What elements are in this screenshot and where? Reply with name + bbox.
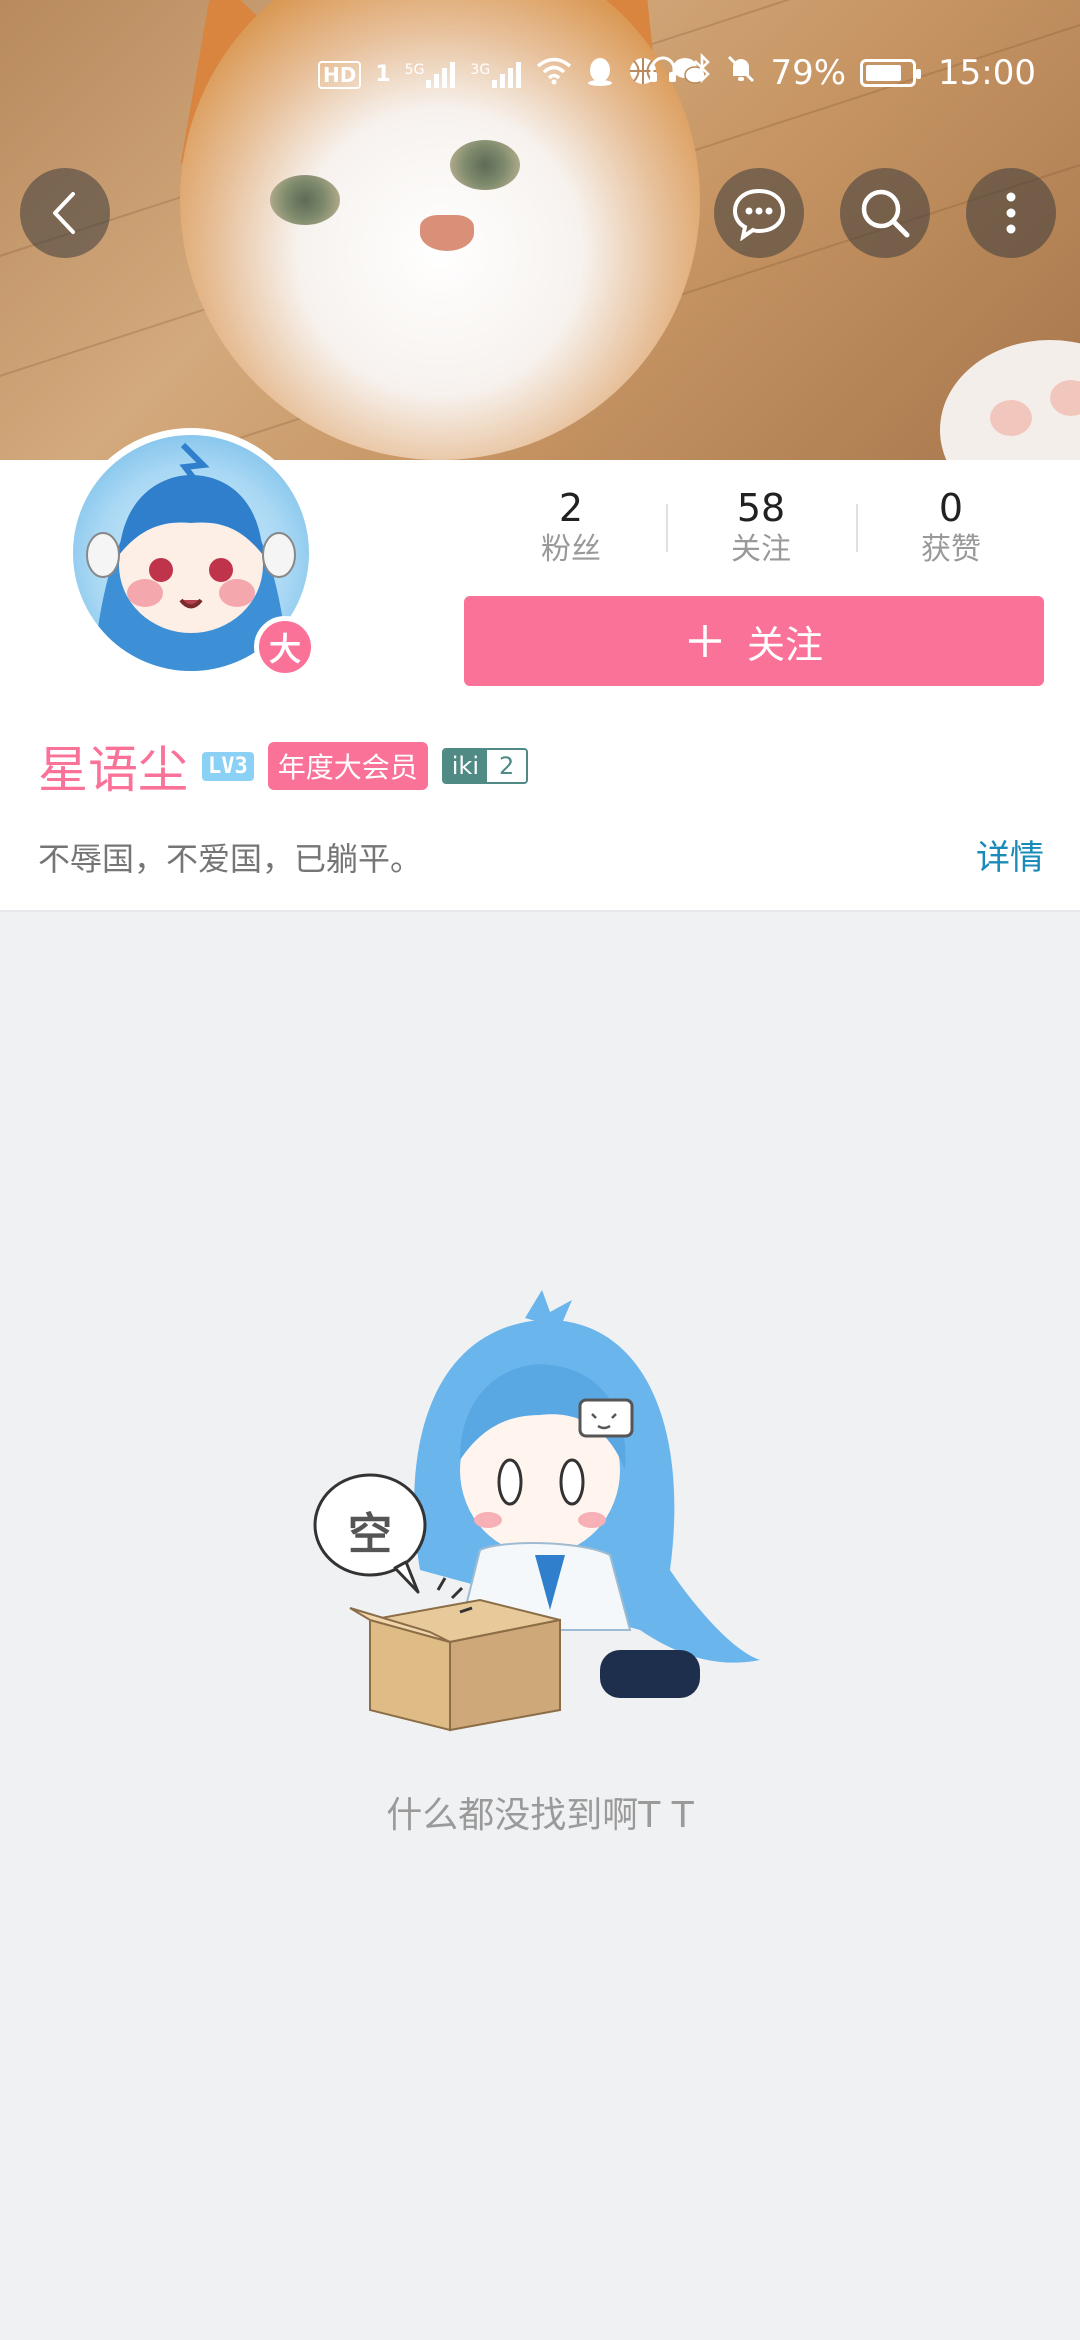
chevron-left-icon bbox=[53, 192, 75, 234]
stat-value: 2 bbox=[558, 486, 584, 530]
signal-3g-icon: 3G bbox=[470, 61, 522, 88]
chat-bubble-icon bbox=[732, 188, 786, 241]
hd-icon: HD bbox=[318, 60, 362, 89]
message-button[interactable] bbox=[714, 168, 804, 258]
vip-tag[interactable]: 年度大会员 bbox=[267, 742, 428, 790]
headphones-icon bbox=[648, 53, 678, 93]
sim1-icon: 1 bbox=[375, 62, 391, 87]
vip-badge: 大 bbox=[254, 616, 316, 678]
qq-icon bbox=[586, 56, 614, 93]
more-button[interactable] bbox=[966, 168, 1056, 258]
more-vertical-icon bbox=[1006, 192, 1016, 234]
level-badge: LV3 bbox=[202, 751, 254, 781]
clock: 15:00 bbox=[938, 52, 1036, 93]
follow-button[interactable]: 关注 bbox=[464, 596, 1044, 686]
fan-medal-name: iki bbox=[443, 750, 487, 782]
wifi-icon bbox=[536, 57, 572, 92]
battery-fill bbox=[866, 64, 901, 81]
battery-icon bbox=[860, 58, 922, 87]
battery-percent: 79% bbox=[770, 52, 847, 93]
stat-label: 粉丝 bbox=[541, 532, 601, 567]
stat-following[interactable]: 58 关注 bbox=[666, 486, 856, 576]
cat-eye-left bbox=[270, 175, 340, 225]
stat-value: 58 bbox=[736, 486, 786, 530]
fan-medal-level: 2 bbox=[487, 750, 527, 782]
back-button[interactable] bbox=[20, 168, 110, 258]
status-bar: HD 1 5G 3G 79% 15:00 bbox=[0, 48, 1080, 108]
paw-pad bbox=[1050, 380, 1080, 416]
signal-5g-icon: 5G bbox=[405, 61, 457, 88]
detail-link[interactable]: 详情 bbox=[976, 830, 1044, 879]
empty-bubble-text: 空 bbox=[348, 1509, 392, 1560]
cat-nose bbox=[420, 215, 474, 251]
stats-row: 2 粉丝 58 关注 0 获赞 bbox=[476, 486, 1046, 576]
search-icon bbox=[861, 189, 910, 238]
stat-value: 0 bbox=[938, 486, 964, 530]
bio-text: 不辱国，不爱国，已躺平。 bbox=[38, 840, 423, 878]
bluetooth-icon bbox=[692, 52, 712, 93]
status-right-icons: 79% 15:00 bbox=[648, 52, 1036, 93]
stat-label: 关注 bbox=[731, 532, 791, 567]
username: 星语尘 bbox=[38, 741, 188, 799]
follow-button-label: 关注 bbox=[746, 622, 823, 667]
empty-state-message: 什么都没找到啊T T bbox=[386, 1795, 694, 1836]
cat-eye-right bbox=[450, 140, 520, 190]
fan-medal[interactable]: iki 2 bbox=[441, 748, 529, 784]
stat-followers[interactable]: 2 粉丝 bbox=[476, 486, 666, 576]
mute-icon bbox=[726, 53, 756, 93]
plus-icon bbox=[688, 625, 721, 657]
cat-paw bbox=[940, 340, 1080, 460]
empty-state-illustration: 空 bbox=[310, 1270, 770, 1750]
name-row: 星语尘 LV3 年度大会员 iki 2 bbox=[38, 730, 529, 802]
paw-pad bbox=[990, 400, 1032, 436]
search-button[interactable] bbox=[840, 168, 930, 258]
stat-label: 获赞 bbox=[921, 532, 981, 567]
stat-likes[interactable]: 0 获赞 bbox=[856, 486, 1046, 576]
